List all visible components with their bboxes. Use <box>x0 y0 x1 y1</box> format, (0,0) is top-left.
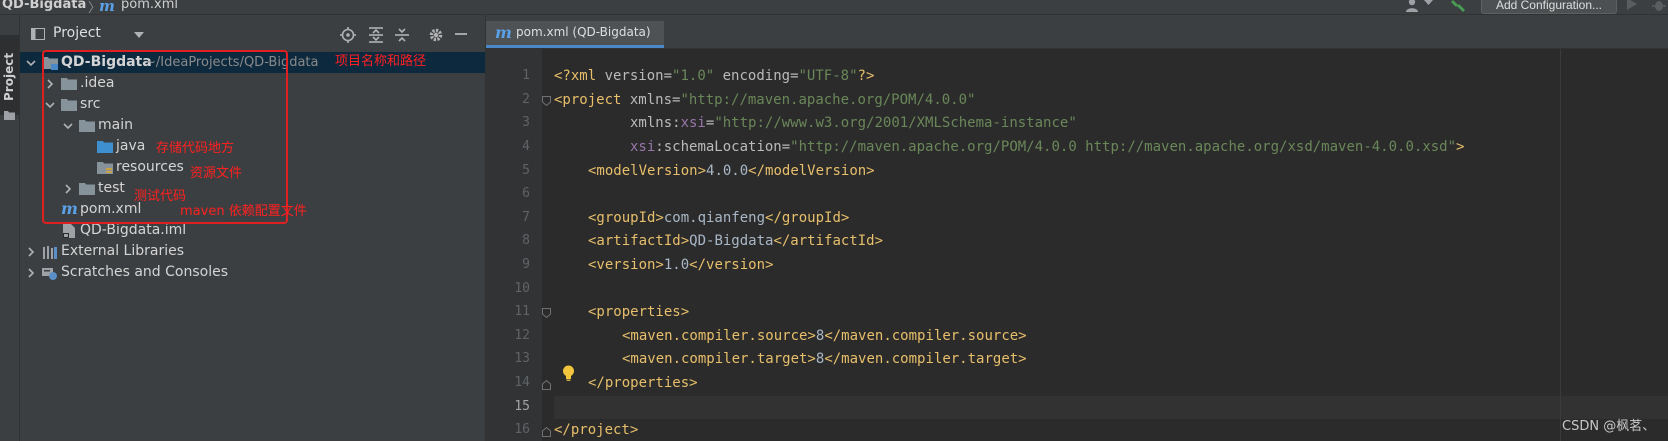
folder-icon <box>4 111 15 120</box>
line-number: 7 <box>522 210 530 225</box>
hide-panel-icon[interactable] <box>454 28 468 40</box>
collapse-all-icon[interactable] <box>394 27 410 43</box>
tab-label: pom.xml (QD-Bigdata) <box>516 25 651 39</box>
code-line-11: <properties> <box>588 304 690 320</box>
tool-window-strip: Project <box>0 15 20 441</box>
editor: m pom.xml (QD-Bigdata) 1 2 3 4 5 6 7 8 9… <box>486 15 1668 441</box>
maven-file-icon: m <box>495 23 512 42</box>
code-line-2: <project xmlns="http://maven.apache.org/… <box>554 92 976 108</box>
code-line-9: <version>1.0</version> <box>588 257 774 273</box>
chevron-down-icon[interactable] <box>26 58 36 68</box>
navigation-bar: QD-Bigdata 〉 m pom.xml Add Configuration… <box>0 0 1668 16</box>
iml-file-icon <box>63 224 75 238</box>
code-line-12: <maven.compiler.source>8</maven.compiler… <box>622 328 1027 344</box>
code-line-14: </properties> <box>588 375 698 391</box>
fold-marker-icon[interactable] <box>542 380 551 390</box>
gear-icon[interactable] <box>428 27 444 43</box>
code-line-13: <maven.compiler.target>8</maven.compiler… <box>622 351 1027 367</box>
line-number: 2 <box>522 92 530 107</box>
line-number: 5 <box>522 163 530 178</box>
fold-marker-icon[interactable] <box>542 308 551 318</box>
expand-all-icon[interactable] <box>368 27 384 43</box>
debug-icon[interactable] <box>1652 0 1666 12</box>
tree-item-label: External Libraries <box>61 243 184 259</box>
locate-target-icon[interactable] <box>340 27 356 43</box>
code-line-16: </project> <box>554 422 639 438</box>
chevron-down-icon[interactable] <box>134 32 144 38</box>
tab-pom-xml[interactable]: m pom.xml (QD-Bigdata) <box>486 21 664 48</box>
annotation-resources: 资源文件 <box>190 166 243 181</box>
line-number: 15 <box>514 399 530 414</box>
fold-marker-icon[interactable] <box>542 96 551 106</box>
tree-item-label: Scratches and Consoles <box>61 264 228 280</box>
code-line-3: xmlns:xsi="http://www.w3.org/2001/XMLSch… <box>630 115 1077 131</box>
fold-marker-icon[interactable] <box>542 427 551 437</box>
project-tool-window-tab[interactable]: Project <box>0 35 19 120</box>
lightbulb-icon[interactable] <box>562 365 575 381</box>
line-number: 9 <box>522 257 530 272</box>
code-area[interactable]: <?xml version="1.0" encoding="UTF-8"?> <… <box>554 49 1668 441</box>
line-number: 3 <box>522 115 530 130</box>
line-number: 11 <box>514 304 530 319</box>
tree-item-external-libraries[interactable]: External Libraries <box>20 241 485 262</box>
right-margin-guide <box>1560 49 1561 441</box>
breadcrumb-project[interactable]: QD-Bigdata <box>2 0 86 12</box>
project-view-selector[interactable]: Project <box>53 25 101 41</box>
hammer-icon[interactable] <box>1450 0 1466 12</box>
current-line-highlight <box>554 396 1668 419</box>
run-icon[interactable] <box>1626 0 1638 11</box>
user-icon[interactable] <box>1404 0 1420 12</box>
code-line-8: <artifactId>QD-Bigdata</artifactId> <box>588 233 884 249</box>
scratches-icon <box>42 266 58 280</box>
line-number-gutter[interactable]: 1 2 3 4 5 6 7 8 9 10 11 12 13 14 15 16 <box>486 49 551 441</box>
line-number: 12 <box>514 328 530 343</box>
line-number: 10 <box>514 281 530 296</box>
breadcrumb-file[interactable]: pom.xml <box>121 0 178 12</box>
libraries-icon <box>42 245 58 259</box>
code-line-7: <groupId>com.qianfeng</groupId> <box>588 210 850 226</box>
project-panel-header: Project <box>20 15 485 49</box>
line-number: 8 <box>522 233 530 248</box>
annotation-test: 测试代码 <box>134 189 187 204</box>
tree-item-label: QD-Bigdata.iml <box>80 222 187 238</box>
maven-file-icon: m <box>99 0 115 15</box>
annotation-java: 存储代码地方 <box>156 141 235 156</box>
annotation-project-name: 项目名称和路径 <box>335 54 427 69</box>
chevron-right-icon[interactable] <box>26 247 36 257</box>
line-number: 6 <box>522 186 530 201</box>
line-number: 4 <box>522 139 530 154</box>
line-number: 16 <box>514 422 530 437</box>
line-number: 14 <box>514 375 530 390</box>
code-line-4: xsi:schemaLocation="http://maven.apache.… <box>630 139 1465 155</box>
line-number: 1 <box>522 68 530 83</box>
code-line-5: <modelVersion>4.0.0</modelVersion> <box>588 163 875 179</box>
project-tab-label: Project <box>2 52 16 101</box>
annotation-pom: maven 依赖配置文件 <box>180 204 307 219</box>
watermark: CSDN @枫茗、 <box>1562 419 1656 434</box>
project-view-icon <box>31 28 45 40</box>
chevron-right-icon[interactable] <box>26 268 36 278</box>
editor-tab-bar: m pom.xml (QD-Bigdata) <box>486 15 1668 49</box>
chevron-down-icon[interactable] <box>1424 0 1433 6</box>
line-number: 13 <box>514 351 530 366</box>
add-configuration-button[interactable]: Add Configuration... <box>1481 0 1617 14</box>
code-line-1: <?xml version="1.0" encoding="UTF-8"?> <box>554 68 875 84</box>
tree-item-scratches[interactable]: Scratches and Consoles <box>20 262 485 283</box>
